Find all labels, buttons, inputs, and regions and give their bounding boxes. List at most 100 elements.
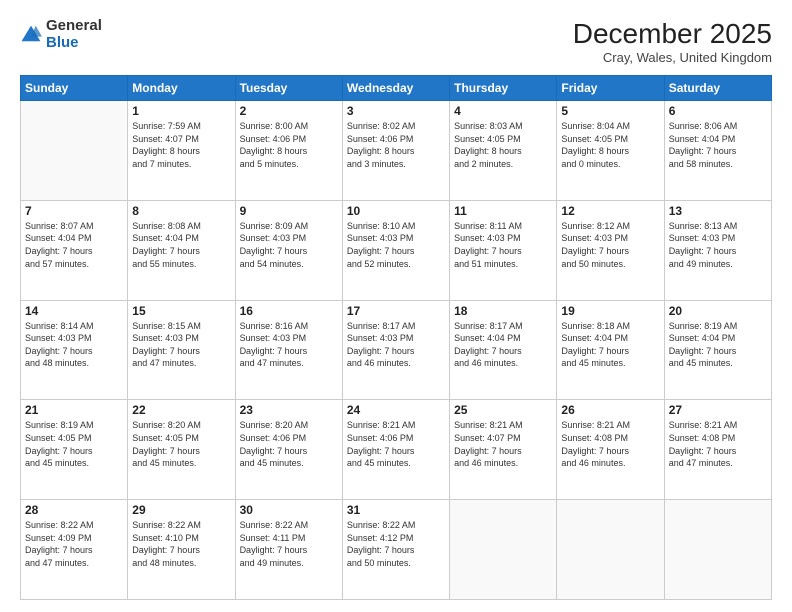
header: General Blue December 2025 Cray, Wales, … xyxy=(20,18,772,65)
week-row-0: 1Sunrise: 7:59 AM Sunset: 4:07 PM Daylig… xyxy=(21,101,772,201)
cell-w3-d0: 21 Sunrise: 8:19 AM Sunset: 4:05 PM Dayli… xyxy=(21,400,128,500)
day-info: Sunrise: 8:22 AM Sunset: 4:11 PM Dayligh… xyxy=(240,519,338,569)
day-info: Sunrise: 8:16 AM Sunset: 4:03 PM Dayligh… xyxy=(240,320,338,370)
cell-w4-d3: 31 Sunrise: 8:22 AM Sunset: 4:12 PM Dayli… xyxy=(342,500,449,600)
day-info: Sunrise: 8:21 AM Sunset: 4:07 PM Dayligh… xyxy=(454,419,552,469)
day-number: 13 xyxy=(669,204,767,218)
day-number: 15 xyxy=(132,304,230,318)
cell-w0-d0 xyxy=(21,101,128,201)
day-info: Sunrise: 8:21 AM Sunset: 4:06 PM Dayligh… xyxy=(347,419,445,469)
day-number: 29 xyxy=(132,503,230,517)
day-number: 27 xyxy=(669,403,767,417)
cell-w2-d2: 16 Sunrise: 8:16 AM Sunset: 4:03 PM Dayli… xyxy=(235,300,342,400)
day-number: 22 xyxy=(132,403,230,417)
day-number: 23 xyxy=(240,403,338,417)
day-number: 8 xyxy=(132,204,230,218)
day-number: 9 xyxy=(240,204,338,218)
day-number: 2 xyxy=(240,104,338,118)
col-wednesday: Wednesday xyxy=(342,76,449,101)
day-number: 25 xyxy=(454,403,552,417)
logo-general: General xyxy=(46,18,102,35)
day-info: Sunrise: 8:12 AM Sunset: 4:03 PM Dayligh… xyxy=(561,220,659,270)
week-row-4: 28 Sunrise: 8:22 AM Sunset: 4:09 PM Dayli… xyxy=(21,500,772,600)
cell-w1-d6: 13Sunrise: 8:13 AM Sunset: 4:03 PM Dayli… xyxy=(664,200,771,300)
cell-w3-d3: 24 Sunrise: 8:21 AM Sunset: 4:06 PM Dayli… xyxy=(342,400,449,500)
cell-w1-d2: 9 Sunrise: 8:09 AM Sunset: 4:03 PM Daylig… xyxy=(235,200,342,300)
cell-w1-d4: 11 Sunrise: 8:11 AM Sunset: 4:03 PM Dayli… xyxy=(450,200,557,300)
day-number: 12 xyxy=(561,204,659,218)
logo-text: General Blue xyxy=(46,18,102,51)
cell-w3-d4: 25 Sunrise: 8:21 AM Sunset: 4:07 PM Dayli… xyxy=(450,400,557,500)
day-number: 16 xyxy=(240,304,338,318)
day-number: 17 xyxy=(347,304,445,318)
day-number: 20 xyxy=(669,304,767,318)
cell-w1-d3: 10 Sunrise: 8:10 AM Sunset: 4:03 PM Dayli… xyxy=(342,200,449,300)
day-info: Sunrise: 8:08 AM Sunset: 4:04 PM Dayligh… xyxy=(132,220,230,270)
day-number: 21 xyxy=(25,403,123,417)
day-number: 28 xyxy=(25,503,123,517)
day-info: Sunrise: 8:17 AM Sunset: 4:03 PM Dayligh… xyxy=(347,320,445,370)
cell-w2-d1: 15Sunrise: 8:15 AM Sunset: 4:03 PM Dayli… xyxy=(128,300,235,400)
day-number: 6 xyxy=(669,104,767,118)
cell-w4-d2: 30 Sunrise: 8:22 AM Sunset: 4:11 PM Dayli… xyxy=(235,500,342,600)
cell-w4-d0: 28 Sunrise: 8:22 AM Sunset: 4:09 PM Dayli… xyxy=(21,500,128,600)
cell-w4-d5 xyxy=(557,500,664,600)
day-info: Sunrise: 8:09 AM Sunset: 4:03 PM Dayligh… xyxy=(240,220,338,270)
col-monday: Monday xyxy=(128,76,235,101)
cell-w2-d0: 14Sunrise: 8:14 AM Sunset: 4:03 PM Dayli… xyxy=(21,300,128,400)
day-number: 30 xyxy=(240,503,338,517)
day-info: Sunrise: 8:00 AM Sunset: 4:06 PM Dayligh… xyxy=(240,120,338,170)
day-info: Sunrise: 8:17 AM Sunset: 4:04 PM Dayligh… xyxy=(454,320,552,370)
logo: General Blue xyxy=(20,18,102,51)
logo-blue: Blue xyxy=(46,35,102,52)
day-info: Sunrise: 8:14 AM Sunset: 4:03 PM Dayligh… xyxy=(25,320,123,370)
cell-w3-d5: 26 Sunrise: 8:21 AM Sunset: 4:08 PM Dayli… xyxy=(557,400,664,500)
day-number: 10 xyxy=(347,204,445,218)
col-saturday: Saturday xyxy=(664,76,771,101)
cell-w0-d2: 2 Sunrise: 8:00 AM Sunset: 4:06 PM Daylig… xyxy=(235,101,342,201)
calendar-subtitle: Cray, Wales, United Kingdom xyxy=(573,50,772,65)
cell-w4-d6 xyxy=(664,500,771,600)
col-tuesday: Tuesday xyxy=(235,76,342,101)
day-info: Sunrise: 8:11 AM Sunset: 4:03 PM Dayligh… xyxy=(454,220,552,270)
day-info: Sunrise: 8:06 AM Sunset: 4:04 PM Dayligh… xyxy=(669,120,767,170)
day-info: Sunrise: 8:02 AM Sunset: 4:06 PM Dayligh… xyxy=(347,120,445,170)
day-number: 18 xyxy=(454,304,552,318)
day-info: Sunrise: 8:19 AM Sunset: 4:05 PM Dayligh… xyxy=(25,419,123,469)
day-number: 3 xyxy=(347,104,445,118)
day-info: Sunrise: 8:07 AM Sunset: 4:04 PM Dayligh… xyxy=(25,220,123,270)
cell-w0-d6: 6 Sunrise: 8:06 AM Sunset: 4:04 PM Daylig… xyxy=(664,101,771,201)
week-row-1: 7Sunrise: 8:07 AM Sunset: 4:04 PM Daylig… xyxy=(21,200,772,300)
day-info: Sunrise: 8:19 AM Sunset: 4:04 PM Dayligh… xyxy=(669,320,767,370)
day-info: Sunrise: 8:18 AM Sunset: 4:04 PM Dayligh… xyxy=(561,320,659,370)
week-row-3: 21 Sunrise: 8:19 AM Sunset: 4:05 PM Dayli… xyxy=(21,400,772,500)
title-block: December 2025 Cray, Wales, United Kingdo… xyxy=(573,18,772,65)
cell-w3-d2: 23Sunrise: 8:20 AM Sunset: 4:06 PM Dayli… xyxy=(235,400,342,500)
cell-w2-d5: 19 Sunrise: 8:18 AM Sunset: 4:04 PM Dayli… xyxy=(557,300,664,400)
day-number: 24 xyxy=(347,403,445,417)
day-number: 4 xyxy=(454,104,552,118)
cell-w4-d4 xyxy=(450,500,557,600)
day-info: Sunrise: 7:59 AM Sunset: 4:07 PM Dayligh… xyxy=(132,120,230,170)
cell-w0-d3: 3 Sunrise: 8:02 AM Sunset: 4:06 PM Daylig… xyxy=(342,101,449,201)
col-thursday: Thursday xyxy=(450,76,557,101)
cell-w0-d4: 4 Sunrise: 8:03 AM Sunset: 4:05 PM Daylig… xyxy=(450,101,557,201)
day-info: Sunrise: 8:03 AM Sunset: 4:05 PM Dayligh… xyxy=(454,120,552,170)
logo-icon xyxy=(20,24,42,46)
cell-w2-d6: 20 Sunrise: 8:19 AM Sunset: 4:04 PM Dayli… xyxy=(664,300,771,400)
day-info: Sunrise: 8:21 AM Sunset: 4:08 PM Dayligh… xyxy=(561,419,659,469)
header-row: Sunday Monday Tuesday Wednesday Thursday… xyxy=(21,76,772,101)
page: General Blue December 2025 Cray, Wales, … xyxy=(0,0,792,612)
day-number: 19 xyxy=(561,304,659,318)
cell-w0-d1: 1Sunrise: 7:59 AM Sunset: 4:07 PM Daylig… xyxy=(128,101,235,201)
day-info: Sunrise: 8:22 AM Sunset: 4:12 PM Dayligh… xyxy=(347,519,445,569)
day-number: 26 xyxy=(561,403,659,417)
calendar-table: Sunday Monday Tuesday Wednesday Thursday… xyxy=(20,75,772,600)
day-info: Sunrise: 8:10 AM Sunset: 4:03 PM Dayligh… xyxy=(347,220,445,270)
day-number: 5 xyxy=(561,104,659,118)
day-info: Sunrise: 8:22 AM Sunset: 4:09 PM Dayligh… xyxy=(25,519,123,569)
week-row-2: 14Sunrise: 8:14 AM Sunset: 4:03 PM Dayli… xyxy=(21,300,772,400)
day-number: 31 xyxy=(347,503,445,517)
day-number: 11 xyxy=(454,204,552,218)
cell-w1-d5: 12 Sunrise: 8:12 AM Sunset: 4:03 PM Dayli… xyxy=(557,200,664,300)
